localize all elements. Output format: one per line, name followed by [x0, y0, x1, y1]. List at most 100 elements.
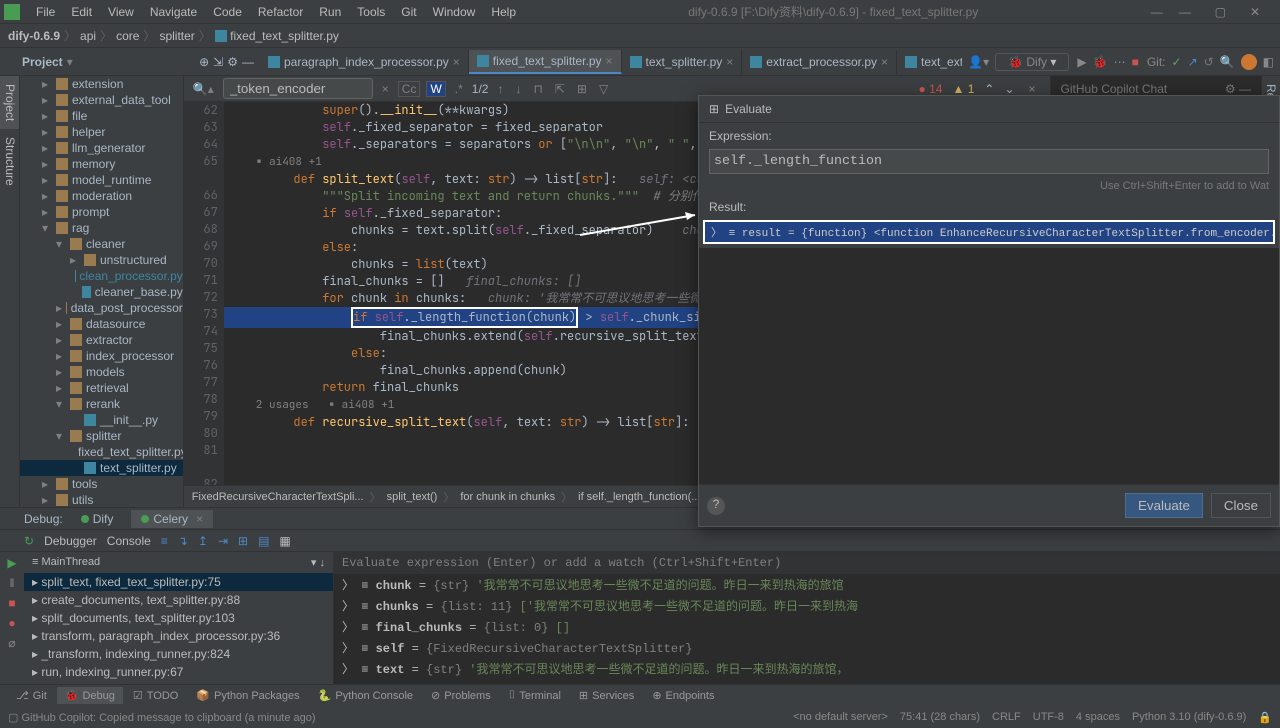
status-enc[interactable]: UTF-8 — [1033, 711, 1064, 724]
project-tree[interactable]: ▸extension▸external_data_tool▸file▸helpe… — [20, 76, 184, 507]
find-input[interactable] — [223, 78, 373, 99]
inspection-up-icon[interactable]: ⌃ — [984, 82, 994, 96]
frame-item[interactable]: ▸ run, indexing_runner.py:67 — [24, 663, 333, 681]
tab-paragraph-index[interactable]: paragraph_index_processor.py× — [260, 50, 469, 74]
hide-icon[interactable]: — — [1239, 82, 1251, 96]
close-icon[interactable]: × — [726, 55, 733, 69]
console-subtab[interactable]: Console — [107, 534, 151, 548]
search-icon[interactable]: 🔍 — [1220, 55, 1235, 69]
evaluate-input[interactable] — [709, 149, 1269, 174]
tree-item[interactable]: ▸helper — [20, 124, 183, 140]
tool-services[interactable]: ⊞ Services — [571, 687, 642, 704]
debugger-subtab[interactable]: Debugger — [44, 534, 97, 548]
git-history-icon[interactable]: ↺ — [1204, 55, 1214, 69]
tree-item[interactable]: ▸models — [20, 364, 183, 380]
tree-item[interactable]: clean_processor.py — [20, 268, 183, 284]
tree-item[interactable]: ▾rerank — [20, 396, 183, 412]
tree-item[interactable]: ▸utils — [20, 492, 183, 507]
select-all-icon[interactable]: ⊓ — [530, 82, 545, 96]
variable-row[interactable]: 〉 ≡ self = {FixedRecursiveCharacterTextS… — [334, 637, 1280, 658]
debug-icon[interactable]: 🐞 — [1091, 55, 1110, 69]
run-icon[interactable]: ▶ — [1075, 55, 1088, 69]
tree-item[interactable]: ▾rag — [20, 220, 183, 236]
evaluate-dialog[interactable]: ⊞Evaluate Expression: Use Ctrl+Shift+Ent… — [698, 95, 1280, 527]
menu-window[interactable]: Window — [425, 3, 484, 21]
tree-item[interactable]: ▸extension — [20, 76, 183, 92]
debug-tab-dify[interactable]: Dify — [71, 510, 124, 528]
tree-item[interactable]: ▸model_runtime — [20, 172, 183, 188]
tree-item[interactable]: fixed_text_splitter.py — [20, 444, 183, 460]
lock-icon[interactable]: 🔒 — [1258, 711, 1272, 724]
tab-text-splitter[interactable]: text_splitter.py× — [622, 50, 743, 74]
regex-icon[interactable]: .* — [452, 82, 466, 96]
tree-item[interactable]: ▸data_post_processor — [20, 300, 183, 316]
run-to-cursor-icon[interactable]: ⇥ — [218, 534, 228, 548]
tab-text-extractor[interactable]: text_extractor.py× — [897, 50, 962, 74]
tree-item[interactable]: ▸index_processor — [20, 348, 183, 364]
status-pos[interactable]: 75:41 (28 chars) — [900, 711, 980, 724]
frame-item[interactable]: ▸ create_documents, text_splitter.py:88 — [24, 591, 333, 609]
menu-git[interactable]: Git — [393, 3, 424, 21]
menu-help[interactable]: Help — [483, 3, 524, 21]
menu-file[interactable]: File — [28, 3, 63, 21]
menu-refactor[interactable]: Refactor — [250, 3, 311, 21]
tree-item[interactable]: ▸external_data_tool — [20, 92, 183, 108]
next-match-icon[interactable]: ↓ — [512, 82, 524, 96]
tree-item[interactable]: ▸tools — [20, 476, 183, 492]
menu-navigate[interactable]: Navigate — [142, 3, 205, 21]
mute-bp-icon[interactable]: ⌀ — [8, 636, 15, 650]
step-out-icon[interactable]: ↥ — [198, 534, 208, 548]
frame-item[interactable]: ▸ split_documents, text_splitter.py:103 — [24, 609, 333, 627]
evaluate-button[interactable]: Evaluate — [1125, 493, 1203, 518]
frame-item[interactable]: ▸ split_text, fixed_text_splitter.py:75 — [24, 573, 333, 591]
evaluate-icon[interactable]: ⊞ — [238, 534, 248, 548]
stop-debug-icon[interactable]: ■ — [8, 596, 15, 610]
more-run-icon[interactable]: ⋯ — [1112, 55, 1128, 69]
ptree-collapse-icon[interactable]: ⊕ — [199, 55, 209, 69]
status-indent[interactable]: 4 spaces — [1076, 711, 1120, 724]
git-commit-icon[interactable]: ✓ — [1172, 55, 1182, 69]
menu-edit[interactable]: Edit — [63, 3, 100, 21]
frames-list[interactable]: ≡ MainThread▾ ↓ ▸ split_text, fixed_text… — [24, 552, 334, 684]
tree-item[interactable]: ▸prompt — [20, 204, 183, 220]
step-into-icon[interactable]: ↴ — [178, 534, 188, 548]
tool-debug[interactable]: 🐞 Debug — [57, 687, 123, 704]
tool-pycon[interactable]: 🐍 Python Console — [310, 687, 421, 704]
stop-icon[interactable]: ■ — [1130, 55, 1141, 69]
layout-icon[interactable]: ▦ — [279, 534, 290, 548]
run-config-selector[interactable]: 🐞 Dify ▾ — [995, 53, 1069, 71]
words-icon[interactable]: W — [426, 81, 445, 97]
variable-row[interactable]: 〉 ≡ Special Variables = — [334, 679, 1280, 684]
new-tab-icon[interactable]: ⇱ — [552, 82, 568, 96]
menu-view[interactable]: View — [100, 3, 142, 21]
close-icon[interactable]: × — [881, 55, 888, 69]
frames-icon[interactable]: ▤ — [258, 534, 269, 548]
variable-row[interactable]: 〉 ≡ chunks = {list: 11} ['我常常不可思议地思考一些微不… — [334, 595, 1280, 616]
tree-item[interactable]: ▾cleaner — [20, 236, 183, 252]
tree-item[interactable]: ▸moderation — [20, 188, 183, 204]
tree-item[interactable]: text_splitter.py — [20, 460, 183, 476]
ptree-settings-icon[interactable]: ⚙ — [227, 55, 238, 69]
close-icon[interactable]: × — [606, 54, 613, 68]
tool-pypkg[interactable]: 📦 Python Packages — [188, 687, 307, 704]
tab-extract-processor[interactable]: extract_processor.py× — [742, 50, 897, 74]
close-icon[interactable]: × — [453, 55, 460, 69]
variable-row[interactable]: 〉 ≡ text = {str} '我常常不可思议地思考一些微不足道的问题。昨日… — [334, 658, 1280, 679]
tree-item[interactable]: cleaner_base.py — [20, 284, 183, 300]
tree-item[interactable]: ▸extractor — [20, 332, 183, 348]
tree-item[interactable]: __init__.py — [20, 412, 183, 428]
variable-row[interactable]: 〉 ≡ final_chunks = {list: 0} [] — [334, 616, 1280, 637]
tree-item[interactable]: ▸memory — [20, 156, 183, 172]
tree-item[interactable]: ▸file — [20, 108, 183, 124]
tree-item[interactable]: ▾splitter — [20, 428, 183, 444]
debug-tab-celery[interactable]: Celery× — [131, 510, 213, 528]
menu-tools[interactable]: Tools — [349, 3, 393, 21]
project-toolwindow-label[interactable]: Project — [22, 55, 63, 69]
variable-row[interactable]: 〉 ≡ chunk = {str} '我常常不可思议地思考一些微不足道的问题。昨… — [334, 574, 1280, 595]
gear-icon[interactable]: ⚙ — [1225, 82, 1236, 96]
ptree-expand-icon[interactable]: ⇲ — [213, 55, 223, 69]
step-over-icon[interactable]: ≡ — [161, 534, 168, 548]
frame-item[interactable]: ▸ _transform, indexing_runner.py:824 — [24, 645, 333, 663]
filter-icon[interactable]: ▽ — [596, 82, 611, 96]
tool-todo[interactable]: ☑ TODO — [125, 687, 186, 704]
